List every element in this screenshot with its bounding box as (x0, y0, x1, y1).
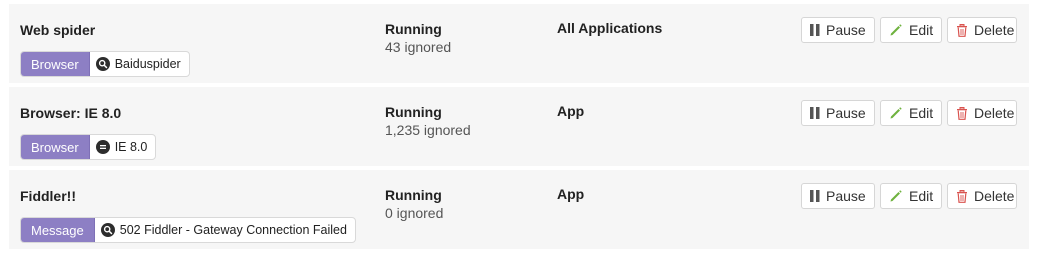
rule-application: All Applications (557, 20, 663, 36)
rule-row: Fiddler!! Message 502 Fiddler - Gateway … (9, 170, 1029, 249)
filter-value-text: 502 Fiddler - Gateway Connection Failed (119, 223, 347, 237)
rule-application: App (557, 103, 585, 119)
filter-value-text: Baiduspider (114, 57, 181, 71)
rule-filter-tag: Message 502 Fiddler - Gateway Connection… (20, 217, 356, 243)
rule-title: Web spider (20, 22, 96, 38)
rule-actions: Pause Edit Delete (801, 183, 1017, 209)
filter-value: Baiduspider (90, 52, 189, 76)
ignored-count: 43 ignored (385, 39, 452, 55)
filter-type-label: Browser (21, 135, 90, 159)
delete-button[interactable]: Delete (947, 17, 1017, 43)
edit-button[interactable]: Edit (880, 17, 942, 43)
trash-icon (956, 23, 968, 37)
rule-actions: Pause Edit Delete (801, 100, 1017, 126)
search-icon (95, 57, 110, 71)
delete-label: Delete (974, 188, 1015, 204)
rule-status: Running 43 ignored (385, 20, 451, 56)
ignore-rules-list: Web spider Browser Baiduspider Running 4… (9, 4, 1029, 253)
status-state: Running (385, 21, 442, 37)
pause-label: Pause (826, 22, 866, 38)
ignored-count: 1,235 ignored (385, 122, 471, 138)
rule-row: Web spider Browser Baiduspider Running 4… (9, 4, 1029, 83)
ignored-count: 0 ignored (385, 205, 444, 221)
pause-button[interactable]: Pause (801, 17, 875, 43)
filter-value: 502 Fiddler - Gateway Connection Failed (95, 218, 355, 242)
delete-label: Delete (974, 22, 1015, 38)
rule-status: Running 0 ignored (385, 186, 443, 222)
filter-value-text: IE 8.0 (114, 140, 148, 154)
trash-icon (956, 189, 968, 203)
edit-button[interactable]: Edit (880, 183, 942, 209)
pause-icon (810, 190, 820, 202)
status-state: Running (385, 104, 442, 120)
filter-type-label: Browser (21, 52, 90, 76)
rule-title: Fiddler!! (20, 188, 76, 204)
edit-label: Edit (909, 188, 934, 204)
delete-button[interactable]: Delete (947, 183, 1017, 209)
pause-label: Pause (826, 105, 866, 121)
edit-button[interactable]: Edit (880, 100, 942, 126)
pause-icon (810, 107, 820, 119)
pencil-icon (889, 106, 903, 120)
pencil-icon (889, 23, 903, 37)
pause-icon (810, 24, 820, 36)
rule-filter-tag: Browser IE 8.0 (20, 134, 157, 160)
rule-application: App (557, 186, 585, 202)
pause-label: Pause (826, 188, 866, 204)
pause-button[interactable]: Pause (801, 183, 875, 209)
equals-icon (95, 140, 110, 154)
delete-label: Delete (974, 105, 1015, 121)
edit-label: Edit (909, 105, 934, 121)
rule-filter-tag: Browser Baiduspider (20, 51, 190, 77)
rule-row: Browser: IE 8.0 Browser IE 8.0 Running 1… (9, 87, 1029, 166)
search-icon (100, 223, 115, 237)
status-state: Running (385, 187, 442, 203)
delete-button[interactable]: Delete (947, 100, 1017, 126)
filter-type-label: Message (21, 218, 95, 242)
pencil-icon (889, 189, 903, 203)
edit-label: Edit (909, 22, 934, 38)
rule-title: Browser: IE 8.0 (20, 105, 122, 121)
rule-status: Running 1,235 ignored (385, 103, 471, 139)
filter-value: IE 8.0 (90, 135, 156, 159)
rule-actions: Pause Edit Delete (801, 17, 1017, 43)
pause-button[interactable]: Pause (801, 100, 875, 126)
trash-icon (956, 106, 968, 120)
